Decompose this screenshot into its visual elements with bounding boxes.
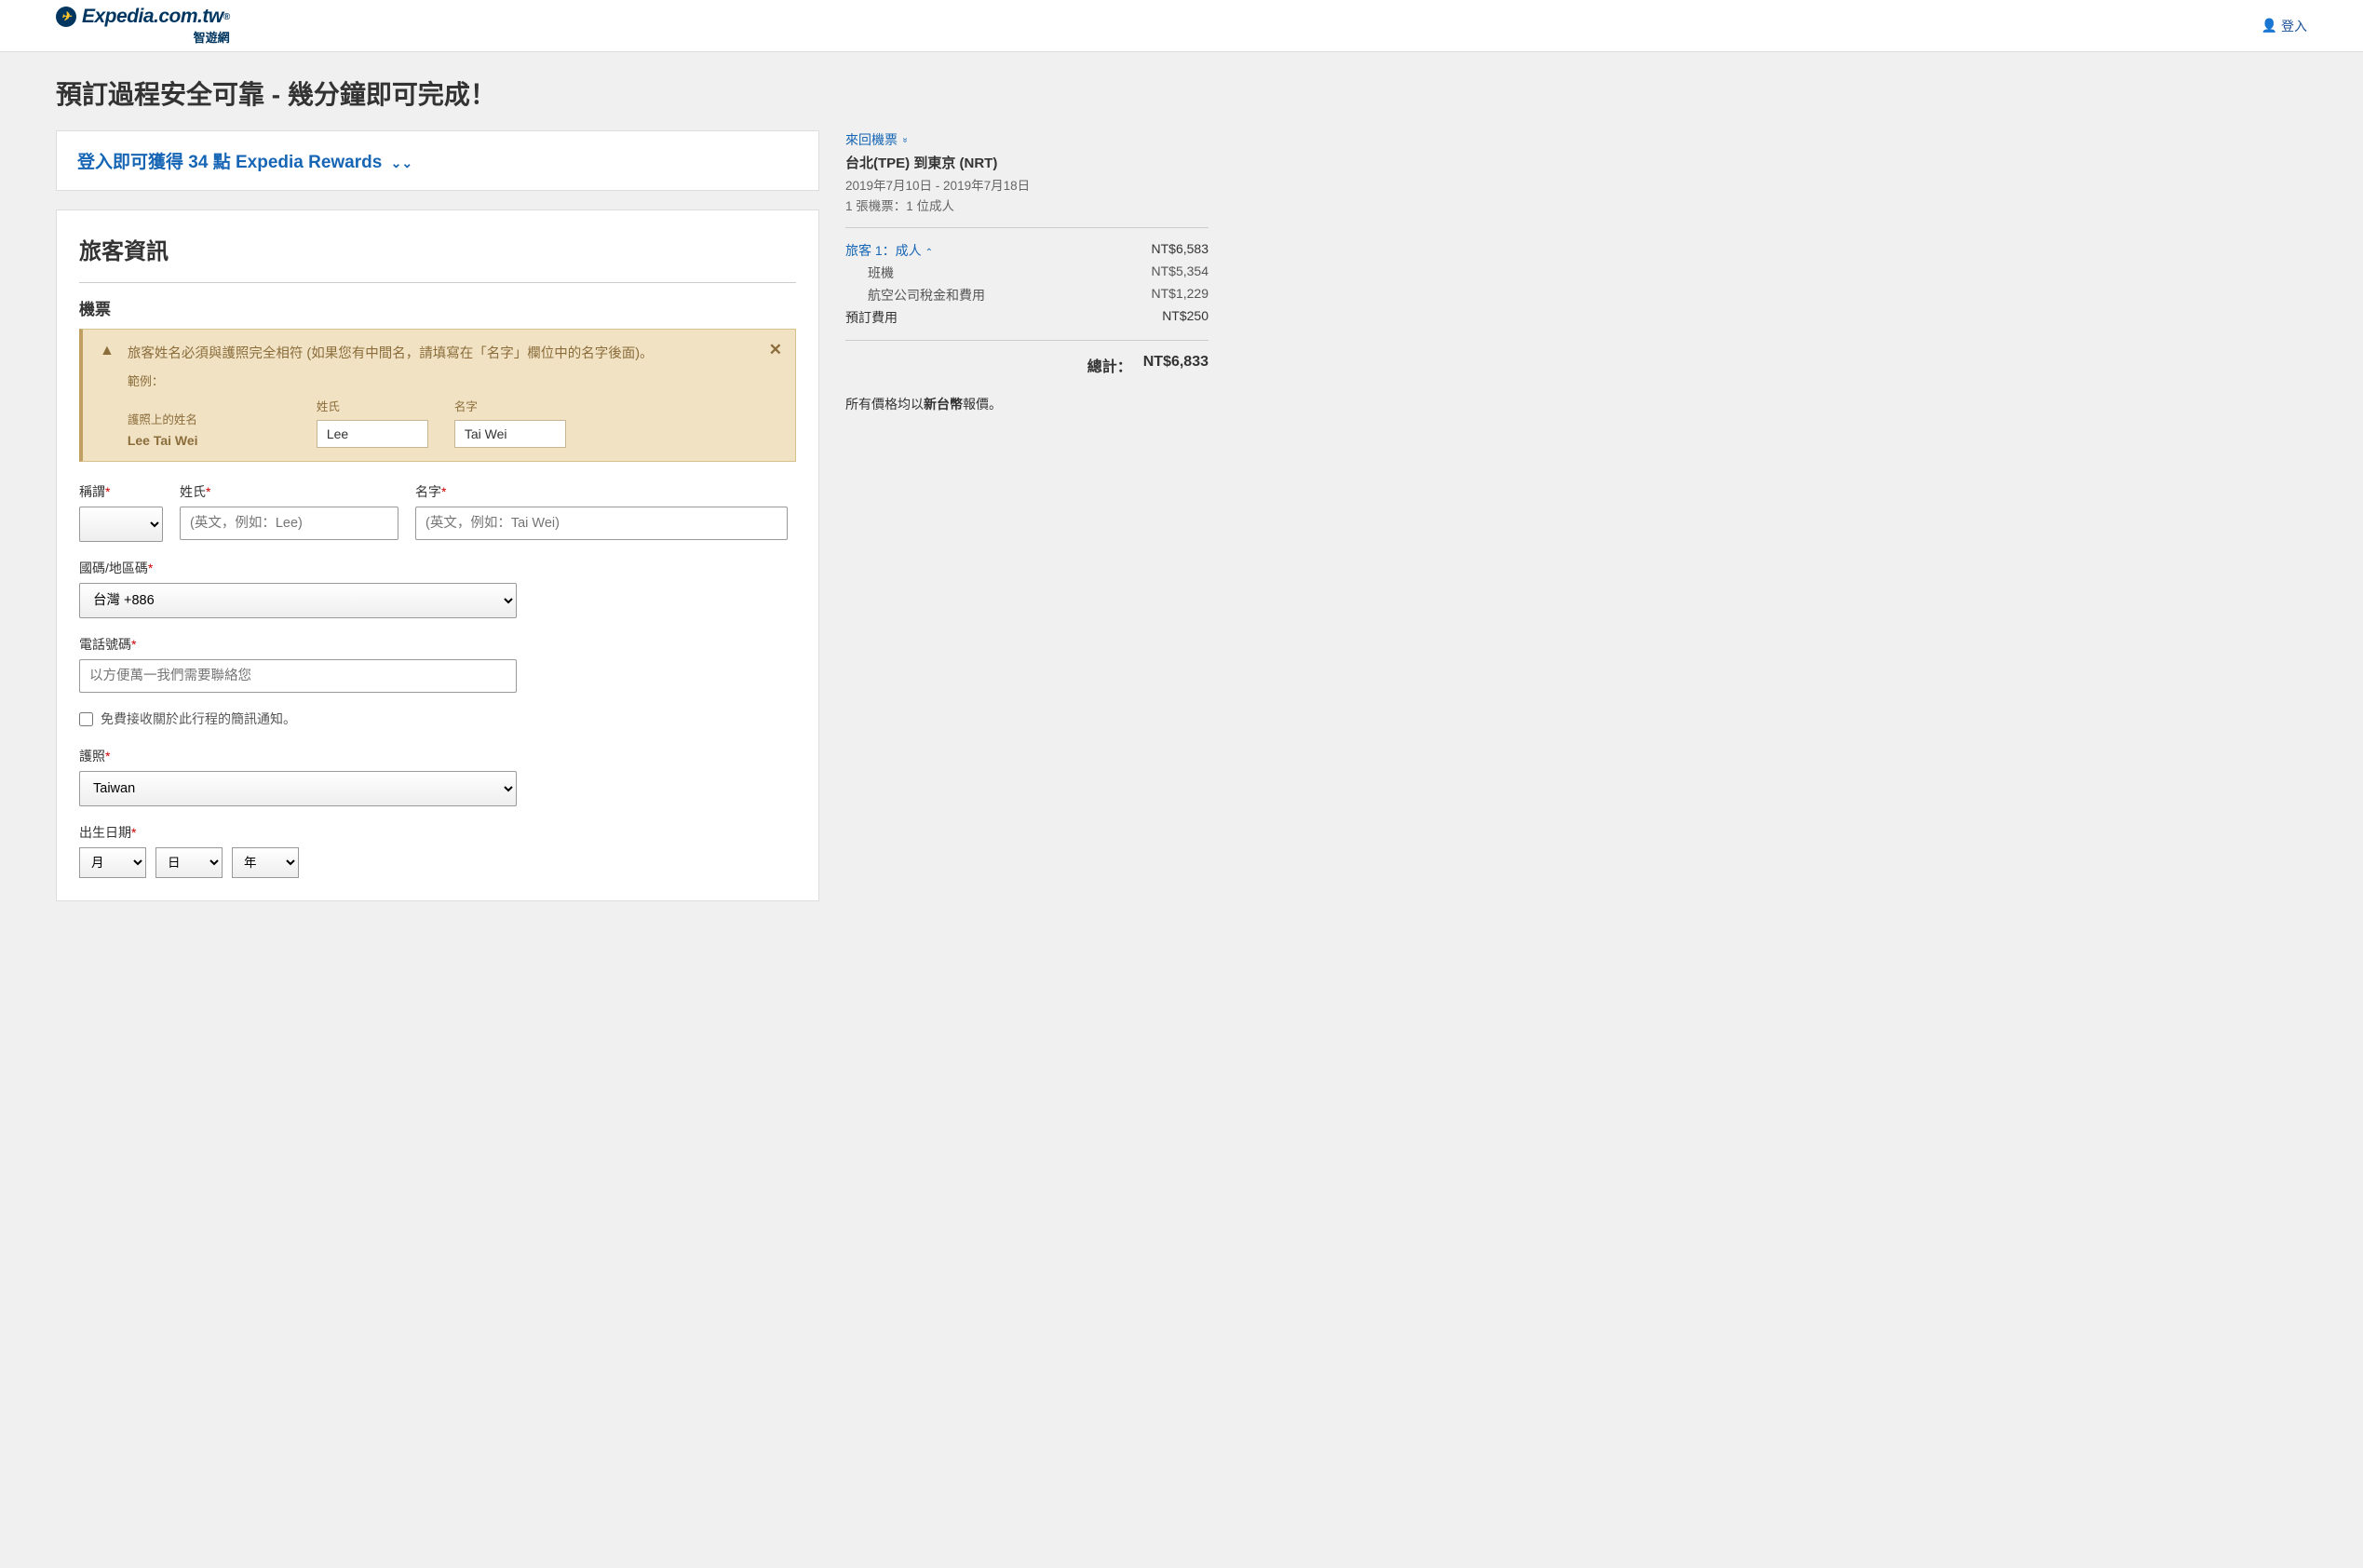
warning-icon: ▲ [100, 343, 115, 359]
traveler-section-title: 旅客資訊 [79, 233, 796, 265]
total-price: NT$6,833 [1143, 354, 1209, 376]
route-text: 台北(TPE) 到東京 (NRT) [845, 153, 1209, 172]
passport-label: 護照* [79, 747, 517, 765]
firstname-input[interactable] [415, 507, 788, 540]
dob-day-select[interactable]: 日 [155, 847, 223, 878]
chevron-up-icon: ⌃ [925, 248, 933, 258]
flight-price: NT$5,354 [1152, 264, 1209, 282]
taxes-label: 航空公司稅金和費用 [868, 286, 985, 304]
example-firstname-label: 名字 [454, 397, 566, 414]
example-label: 範例： [128, 372, 778, 389]
surname-label: 姓氏* [180, 482, 398, 501]
divider [79, 282, 796, 283]
phone-label: 電話號碼* [79, 635, 517, 654]
expedia-logo[interactable]: ✈ Expedia.com.tw® 智遊網 [56, 6, 230, 46]
ticket-subtitle: 機票 [79, 296, 796, 319]
flight-label: 班機 [868, 264, 894, 282]
surname-input[interactable] [180, 507, 398, 540]
plane-icon: ✈ [56, 7, 76, 27]
title-label: 稱謂* [79, 482, 163, 501]
tickets-text: 1 張機票：1 位成人 [845, 196, 1209, 214]
example-firstname-value: Tai Wei [454, 420, 566, 448]
booking-fee-label: 預訂費用 [845, 308, 898, 327]
rewards-link[interactable]: 登入即可獲得 34 點 Expedia Rewards ⌄⌄ [77, 153, 412, 172]
divider [845, 340, 1209, 341]
login-label: 登入 [2281, 17, 2307, 35]
chevron-down-double-icon: ⌄⌄ [391, 155, 412, 170]
phone-input[interactable] [79, 659, 517, 693]
total-label: 總計： [1087, 354, 1132, 376]
example-surname-value: Lee [317, 420, 428, 448]
passport-select[interactable]: Taiwan [79, 771, 517, 806]
rewards-banner: 登入即可獲得 34 點 Expedia Rewards ⌄⌄ [56, 130, 819, 191]
logo-text: Expedia.com.tw [82, 6, 223, 28]
alert-message: 旅客姓名必須與護照完全相符 (如果您有中間名，請填寫在「名字」欄位中的名字後面)… [128, 343, 778, 362]
divider [845, 227, 1209, 228]
title-select[interactable] [79, 507, 163, 542]
country-code-select[interactable]: 台灣 +886 [79, 583, 517, 618]
chevron-down-double-icon: » [899, 137, 910, 142]
booking-fee-price: NT$250 [1162, 308, 1209, 327]
user-icon: 👤 [2262, 18, 2277, 34]
traveler-toggle[interactable]: 旅客 1：成人 ⌃ [845, 241, 933, 260]
traveler-price: NT$6,583 [1152, 241, 1209, 260]
sms-label: 免費接收關於此行程的簡訊通知。 [101, 710, 296, 728]
page-header: ✈ Expedia.com.tw® 智遊網 👤 登入 [0, 0, 2363, 52]
close-icon[interactable]: ✕ [769, 341, 782, 359]
currency-note: 所有價格均以新台幣報價。 [845, 395, 1209, 413]
dates-text: 2019年7月10日 - 2019年7月18日 [845, 175, 1209, 194]
passport-name-alert: ✕ ▲ 旅客姓名必須與護照完全相符 (如果您有中間名，請填寫在「名字」欄位中的名… [79, 329, 796, 462]
example-surname-label: 姓氏 [317, 397, 428, 414]
passport-name-label: 護照上的姓名 [128, 410, 290, 427]
price-summary-sidebar: 來回機票 » 台北(TPE) 到東京 (NRT) 2019年7月10日 - 20… [845, 130, 1209, 901]
dob-year-select[interactable]: 年 [232, 847, 299, 878]
logo-subtext: 智遊網 [194, 28, 230, 46]
firstname-label: 名字* [415, 482, 788, 501]
passport-name-value: Lee Tai Wei [128, 433, 290, 448]
taxes-price: NT$1,229 [1152, 286, 1209, 304]
traveler-form-card: 旅客資訊 機票 ✕ ▲ 旅客姓名必須與護照完全相符 (如果您有中間名，請填寫在「… [56, 210, 819, 901]
dob-label: 出生日期* [79, 823, 796, 842]
roundtrip-link[interactable]: 來回機票 » [845, 130, 908, 149]
page-title: 預訂過程安全可靠 - 幾分鐘即可完成！ [0, 52, 2363, 130]
login-link[interactable]: 👤 登入 [2262, 17, 2307, 35]
country-code-label: 國碼/地區碼* [79, 559, 517, 577]
dob-month-select[interactable]: 月 [79, 847, 146, 878]
sms-checkbox[interactable] [79, 712, 93, 726]
